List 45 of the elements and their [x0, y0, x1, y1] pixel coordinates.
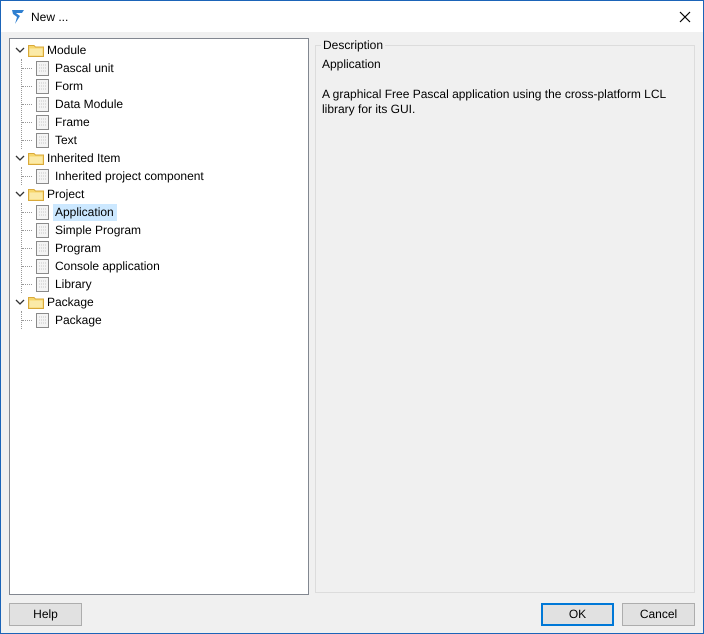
tree-item[interactable]: Inherited project component	[53, 168, 207, 184]
file-icon	[36, 96, 49, 112]
file-icon	[36, 312, 49, 328]
file-icon	[36, 132, 49, 148]
file-icon	[36, 168, 49, 184]
app-icon	[11, 8, 25, 24]
description-text: A graphical Free Pascal application using the cross-platform LCL library for its GUI.	[322, 87, 667, 117]
file-icon	[36, 240, 49, 256]
file-icon	[36, 114, 49, 130]
tree-item[interactable]: Project	[47, 187, 84, 201]
chevron-icon[interactable]	[15, 46, 25, 54]
tree-item[interactable]: Text	[53, 132, 80, 148]
folder-icon	[28, 296, 44, 308]
file-icon	[36, 78, 49, 94]
file-icon	[36, 276, 49, 292]
folder-icon	[28, 44, 44, 56]
tree-item[interactable]: Package	[53, 312, 105, 328]
tree-item[interactable]: Application	[53, 204, 117, 220]
dialog-button[interactable]: Cancel	[622, 602, 695, 626]
tree-item[interactable]: Data Module	[53, 96, 126, 112]
file-icon	[36, 258, 49, 274]
group-caption: Description	[321, 38, 386, 52]
help-button[interactable]: Help	[9, 602, 82, 626]
close-icon[interactable]	[679, 10, 691, 22]
window-title: New ...	[31, 10, 70, 24]
dialog-button[interactable]: OK	[541, 602, 614, 626]
tree-item[interactable]: Pascal unit	[53, 60, 117, 76]
chevron-icon[interactable]	[15, 190, 25, 198]
chevron-icon[interactable]	[15, 154, 25, 162]
folder-icon	[28, 152, 44, 164]
folder-icon	[28, 188, 44, 200]
tree-item[interactable]: Library	[53, 276, 95, 292]
tree-item[interactable]: Module	[47, 43, 86, 57]
tree-item[interactable]: Program	[53, 240, 104, 256]
tree-item[interactable]: Package	[47, 295, 94, 309]
description-title: Application	[322, 57, 382, 71]
tree-item[interactable]: Frame	[53, 114, 93, 130]
tree-item[interactable]: Inherited Item	[47, 151, 120, 165]
tree-item[interactable]: Console application	[53, 258, 163, 274]
tree-item[interactable]: Form	[53, 78, 86, 94]
file-icon	[36, 60, 49, 76]
chevron-icon[interactable]	[15, 298, 25, 306]
tree-item[interactable]: Simple Program	[53, 222, 144, 238]
file-icon	[36, 222, 49, 238]
file-icon	[36, 204, 49, 220]
